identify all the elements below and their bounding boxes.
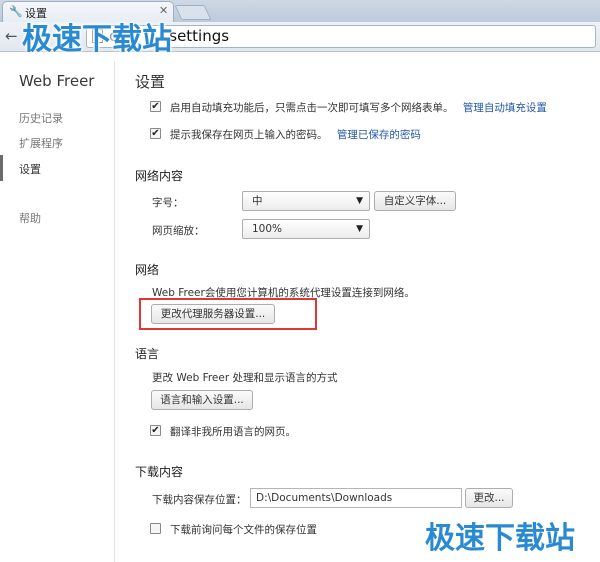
page-title: 设置 [135,73,166,91]
autofill-label: 启用自动填充功能后，只需点击一次即可填写多个网络表单。 [170,102,454,114]
translate-checkbox[interactable]: ✔ [150,425,161,436]
ask-download-location-checkbox[interactable] [150,523,161,534]
section-title-web-content: 网络内容 [135,169,184,183]
back-arrow-icon[interactable]: ← [5,27,18,45]
ask-download-location-label: 下载前询问每个文件的保存位置 [170,524,317,536]
sidebar-item-help[interactable]: 帮助 [19,210,41,226]
download-location-field[interactable]: D:\Documents\Downloads [250,488,462,508]
sidebar-divider [114,62,115,562]
wrench-icon: 🔧 [9,5,23,18]
section-title-network: 网络 [135,263,160,277]
change-download-location-button[interactable]: 更改... [465,488,513,508]
manage-passwords-link[interactable]: 管理已保存的密码 [337,129,421,141]
autofill-checkbox[interactable]: ✔ [150,101,161,112]
sidebar-item-settings[interactable]: 设置 [19,161,41,177]
font-size-value: 中 [252,195,263,207]
custom-fonts-button[interactable]: 自定义字体... [374,191,456,211]
active-nav-marker [0,155,3,181]
url-path: settings [169,27,230,45]
font-size-label: 字号： [152,197,184,209]
save-passwords-checkbox[interactable]: ✔ [150,128,161,139]
watermark-top: 极速下载站 [22,22,172,57]
zoom-label: 网页缩放： [152,225,205,237]
app-brand: Web Freer [19,72,95,90]
translate-label: 翻译非我所用语言的网页。 [170,426,296,438]
autofill-row: 启用自动填充功能后，只需点击一次即可填写多个网络表单。 管理自动填充设置 [170,100,547,115]
proxy-highlight-box [139,298,317,330]
dropdown-arrow-icon: ▼ [356,224,363,234]
language-settings-button[interactable]: 语言和输入设置... [151,390,253,410]
sidebar-item-history[interactable]: 历史记录 [19,110,63,126]
section-title-language: 语言 [135,347,160,361]
dropdown-arrow-icon: ▼ [356,196,363,206]
sidebar-item-extensions[interactable]: 扩展程序 [19,135,63,151]
passwords-row: 提示我保存在网页上输入的密码。 管理已保存的密码 [170,127,421,142]
download-location-label: 下载内容保存位置： [152,494,247,506]
section-title-downloads: 下载内容 [135,465,184,479]
save-passwords-label: 提示我保存在网页上输入的密码。 [170,129,328,141]
language-description: 更改 Web Freer 处理和显示语言的方式 [152,372,338,384]
page-zoom-select[interactable]: 100% ▼ [242,219,370,239]
manage-autofill-link[interactable]: 管理自动填充设置 [463,102,547,114]
page-zoom-value: 100% [252,223,283,235]
new-tab-button[interactable] [174,5,212,20]
font-size-select[interactable]: 中 ▼ [242,191,370,211]
watermark-bottom: 极速下载站 [425,521,575,556]
